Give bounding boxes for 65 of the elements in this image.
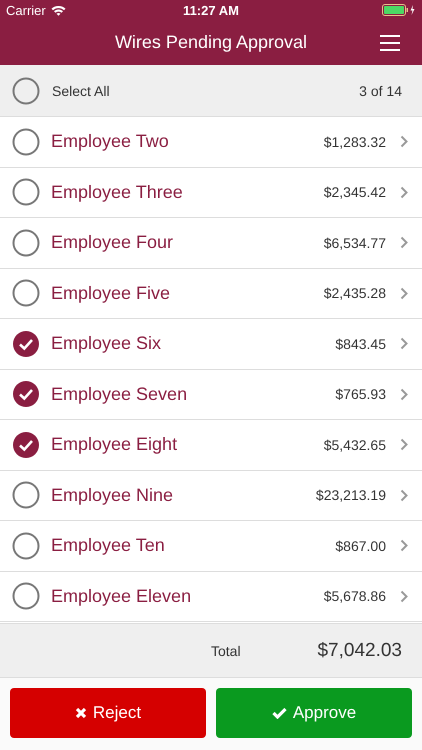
chevron-icon bbox=[400, 539, 408, 552]
select-all-label: Select All bbox=[52, 82, 110, 98]
employee-name: Employee Eleven bbox=[51, 586, 192, 607]
employee-row[interactable]: Employee Seven $765.93 bbox=[0, 370, 422, 420]
wire-amount: $5,432.65 bbox=[324, 436, 386, 453]
wire-amount: $867.00 bbox=[335, 538, 386, 554]
wifi-icon bbox=[50, 4, 66, 16]
employee-row[interactable]: Employee Four $6,534.77 bbox=[0, 218, 422, 268]
employee-name: Employee Nine bbox=[51, 484, 174, 506]
wire-amount: $2,345.42 bbox=[324, 184, 386, 200]
wire-amount: $6,534.77 bbox=[324, 234, 386, 251]
row-checkbox[interactable] bbox=[12, 228, 40, 257]
wire-amount: $5,678.86 bbox=[324, 588, 386, 604]
employee-row[interactable]: Employee Two $1,283.32 bbox=[0, 117, 422, 168]
employee-row[interactable]: Employee Nine $23,213.19 bbox=[0, 470, 422, 521]
employee-row[interactable]: Employee Ten $867.00 bbox=[0, 521, 422, 572]
employee-name: Employee Eight bbox=[51, 434, 178, 456]
employee-row[interactable]: Employee Six $843.45 bbox=[0, 319, 422, 370]
chevron-icon bbox=[400, 488, 408, 502]
carrier-label: Carrier bbox=[6, 2, 46, 18]
row-checkbox[interactable] bbox=[12, 380, 40, 408]
reject-button[interactable]: Reject bbox=[10, 688, 206, 738]
wire-amount: $23,213.19 bbox=[316, 487, 386, 504]
wire-amount: $843.45 bbox=[335, 336, 386, 352]
row-checkbox[interactable] bbox=[12, 128, 40, 156]
select-all-checkbox[interactable] bbox=[12, 76, 40, 104]
row-checkbox[interactable] bbox=[12, 481, 40, 510]
chevron-icon bbox=[400, 590, 408, 603]
close-icon bbox=[74, 707, 87, 719]
checkmark-icon bbox=[272, 707, 287, 719]
employee-name: Employee Four bbox=[51, 232, 174, 254]
chevron-icon bbox=[400, 186, 408, 199]
approve-button[interactable]: Approve bbox=[216, 688, 412, 738]
row-checkbox[interactable] bbox=[12, 430, 40, 459]
row-checkbox[interactable] bbox=[12, 582, 40, 610]
chevron-icon bbox=[400, 388, 408, 401]
chevron-icon bbox=[400, 337, 408, 350]
chevron-icon bbox=[400, 135, 408, 148]
row-checkbox[interactable] bbox=[12, 279, 40, 308]
row-checkbox[interactable] bbox=[12, 178, 40, 206]
employee-name: Employee Six bbox=[51, 333, 162, 354]
employee-row[interactable]: Employee Eight $5,432.65 bbox=[0, 420, 422, 470]
chevron-icon bbox=[400, 236, 408, 250]
employee-row[interactable]: Employee Eleven $5,678.86 bbox=[0, 572, 422, 622]
battery-icon bbox=[382, 4, 416, 16]
row-checkbox[interactable] bbox=[12, 330, 40, 358]
screen-title: Wires Pending Approval bbox=[114, 32, 308, 53]
menu-icon[interactable] bbox=[380, 35, 400, 51]
employee-name: Employee Two bbox=[51, 131, 169, 152]
wire-amount: $1,283.32 bbox=[324, 134, 386, 150]
total-amount: $7,042.03 bbox=[317, 640, 402, 662]
employee-row[interactable]: Employee Five $2,435.28 bbox=[0, 268, 422, 319]
employee-name: Employee Five bbox=[51, 282, 170, 304]
selection-count: 3 of 14 bbox=[359, 82, 402, 98]
employee-name: Employee Seven bbox=[51, 384, 188, 405]
chevron-icon bbox=[400, 286, 408, 300]
wire-amount: $765.93 bbox=[335, 386, 386, 402]
status-time: 11:27 AM bbox=[183, 2, 239, 18]
row-checkbox[interactable] bbox=[12, 532, 40, 560]
employee-row[interactable]: Employee Three $2,345.42 bbox=[0, 168, 422, 218]
wire-amount: $2,435.28 bbox=[324, 285, 386, 302]
employee-name: Employee Three bbox=[51, 182, 183, 203]
chevron-icon bbox=[400, 438, 408, 452]
total-label: Total bbox=[211, 642, 241, 658]
employee-name: Employee Ten bbox=[51, 535, 165, 556]
